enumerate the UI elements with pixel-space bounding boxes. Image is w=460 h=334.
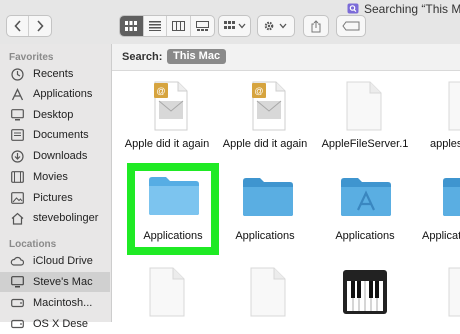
forward-button[interactable] (29, 16, 51, 36)
sidebar-item-home[interactable]: stevebolinger (0, 208, 110, 228)
disk-icon (10, 296, 24, 310)
sidebar-item-label: Macintosh... (33, 297, 93, 309)
file-label: Applications (422, 230, 460, 242)
sidebar-item-pictures[interactable]: Pictures (0, 188, 110, 208)
window-title: Searching “This Mac (364, 2, 460, 16)
gallery-icon (195, 21, 209, 31)
desktop-icon (10, 108, 24, 122)
sidebar-item-label: Desktop (33, 109, 74, 121)
mail-document-icon: @ (252, 81, 286, 131)
sidebar-item-label: Recents (33, 68, 74, 80)
file-label: Applications (335, 230, 395, 242)
mail-document-icon: @ (154, 81, 188, 131)
blank-document-icon (250, 267, 286, 317)
sidebar-item-os-x[interactable]: OS X Dese (0, 314, 110, 334)
photo-icon (10, 191, 24, 205)
svg-text:@: @ (254, 86, 263, 96)
sidebar-item-label: Applications (33, 88, 93, 100)
grid-dropdown-icon (223, 21, 245, 29)
chevron-left-icon (13, 20, 21, 32)
columns-icon (171, 21, 185, 31)
search-folder-icon (347, 3, 359, 14)
file-label: AppleFileServer.1 (321, 138, 409, 150)
cloud-icon (10, 254, 24, 268)
sidebar-item-macintosh-hd[interactable]: Macintosh... (0, 293, 110, 313)
action-button[interactable] (257, 15, 295, 37)
search-scope-bar: Search: This Mac (112, 44, 460, 71)
sidebar-item-label: Steve's Mac (33, 276, 93, 288)
sidebar-item-label: Downloads (33, 150, 88, 162)
document-icon (10, 128, 24, 142)
share-icon (311, 19, 321, 32)
blank-document-icon (346, 81, 382, 131)
disk-icon (10, 317, 24, 331)
sidebar: Favorites Recents Applications Desktop D… (0, 44, 112, 330)
sidebar-item-desktop[interactable]: Desktop (0, 105, 110, 125)
sidebar-item-label: Documents (33, 129, 89, 141)
sidebar-item-icloud-drive[interactable]: iCloud Drive (0, 251, 110, 271)
applications-folder-icon (341, 178, 391, 216)
list-view-button[interactable] (144, 16, 167, 36)
file-label: Apple did it again (222, 138, 308, 150)
file-label: Apple did it again (124, 138, 210, 150)
svg-text:@: @ (156, 86, 165, 96)
chevron-right-icon (37, 20, 44, 32)
sidebar-item-label: Movies (33, 171, 68, 183)
clock-icon (10, 67, 24, 81)
applications-icon (10, 87, 24, 101)
navigation-buttons (6, 15, 52, 37)
sidebar-item-movies[interactable]: Movies (0, 167, 110, 187)
search-label: Search: (122, 51, 163, 63)
view-mode-segment (119, 15, 215, 37)
search-scope-this-mac[interactable]: This Mac (167, 49, 227, 64)
toolbar: Searching “This Mac (0, 0, 460, 45)
column-view-button[interactable] (167, 16, 191, 36)
group-by-button[interactable] (218, 15, 251, 37)
film-icon (10, 170, 24, 184)
tag-icon (342, 21, 360, 31)
folder-icon (443, 178, 460, 216)
blank-document-icon (448, 81, 460, 131)
folder-icon (243, 178, 293, 216)
tags-button[interactable] (336, 15, 366, 37)
folder-icon (149, 177, 199, 215)
sidebar-item-steves-mac[interactable]: Steve's Mac (0, 272, 110, 292)
sidebar-item-label: OS X Dese (33, 318, 89, 330)
sidebar-item-documents[interactable]: Documents (0, 125, 110, 145)
gear-icon (264, 21, 287, 31)
share-button[interactable] (303, 15, 329, 37)
blank-document-icon (448, 267, 460, 317)
download-icon (10, 149, 24, 163)
back-button[interactable] (7, 16, 29, 36)
home-icon (10, 211, 24, 225)
sidebar-item-recents[interactable]: Recents (0, 64, 110, 84)
blank-document-icon (149, 267, 185, 317)
gallery-view-button[interactable] (191, 16, 214, 36)
piano-icon (343, 270, 387, 314)
favorites-header: Favorites (9, 52, 54, 63)
grid-icon (125, 21, 138, 31)
icon-view-button[interactable] (120, 16, 144, 36)
monitor-icon (10, 275, 24, 289)
file-label: apples (430, 138, 460, 150)
sidebar-item-downloads[interactable]: Downloads (0, 146, 110, 166)
list-icon (148, 21, 161, 31)
file-label: Applications (235, 230, 295, 242)
file-grid: @ Apple did it again @ Apple did it agai… (112, 71, 460, 322)
sidebar-item-label: Pictures (33, 192, 73, 204)
sidebar-item-applications[interactable]: Applications (0, 84, 110, 104)
sidebar-item-label: stevebolinger (33, 212, 99, 224)
sidebar-item-label: iCloud Drive (33, 255, 93, 267)
locations-header: Locations (9, 239, 57, 250)
